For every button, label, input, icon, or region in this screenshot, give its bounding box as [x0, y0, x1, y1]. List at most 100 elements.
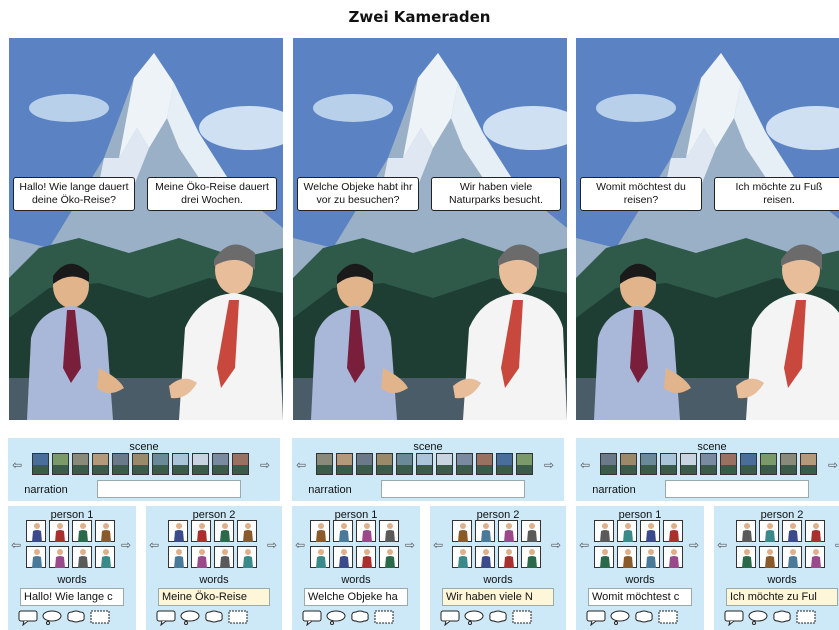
speech-bubble-icon[interactable]	[586, 610, 606, 626]
character-thumbnail[interactable]	[237, 520, 257, 542]
caption-bubble-icon[interactable]	[512, 610, 532, 626]
character-thumbnail[interactable]	[475, 520, 495, 542]
scene-thumbnail[interactable]	[172, 453, 189, 475]
scene-thumbnail[interactable]	[132, 453, 149, 475]
character-thumbnail[interactable]	[782, 520, 802, 542]
right-arrow-icon[interactable]: ⇨	[405, 539, 415, 551]
speech-bubble-right[interactable]: Ich möchte zu Fuß reisen.	[714, 177, 839, 211]
caption-bubble-icon[interactable]	[228, 610, 248, 626]
speech-bubble-icon[interactable]	[440, 610, 460, 626]
character-thumbnail[interactable]	[594, 546, 614, 568]
character-thumbnail[interactable]	[72, 546, 92, 568]
speech-bubble-left[interactable]: Womit möchtest du reisen?	[580, 177, 702, 211]
scene-thumbnail[interactable]	[600, 453, 617, 475]
left-arrow-icon[interactable]: ⇦	[717, 539, 727, 551]
character-thumbnail[interactable]	[95, 520, 115, 542]
character-thumbnail[interactable]	[736, 546, 756, 568]
scene-thumbnail[interactable]	[800, 453, 817, 475]
scene-thumbnail[interactable]	[376, 453, 393, 475]
speech-bubble-left[interactable]: Welche Objeke habt ihr vor zu besuchen?	[297, 177, 419, 211]
words-input[interactable]: Meine Öko-Reise	[158, 588, 270, 606]
scene-thumbnail[interactable]	[620, 453, 637, 475]
character-thumbnail[interactable]	[26, 546, 46, 568]
character-thumbnail[interactable]	[805, 546, 825, 568]
character-thumbnail[interactable]	[95, 546, 115, 568]
scene-thumbnail[interactable]	[72, 453, 89, 475]
character-thumbnail[interactable]	[333, 546, 353, 568]
character-thumbnail[interactable]	[191, 546, 211, 568]
scene-thumbnail[interactable]	[32, 453, 49, 475]
thought-bubble-icon[interactable]	[488, 610, 508, 626]
character-thumbnail[interactable]	[26, 520, 46, 542]
thought-bubble-icon[interactable]	[634, 610, 654, 626]
character-thumbnail[interactable]	[521, 520, 541, 542]
scene-thumbnail[interactable]	[112, 453, 129, 475]
character-thumbnail[interactable]	[617, 520, 637, 542]
left-arrow-icon[interactable]: ⇦	[433, 539, 443, 551]
scene-thumbnail[interactable]	[436, 453, 453, 475]
scene-thumbnail[interactable]	[456, 453, 473, 475]
left-arrow-icon[interactable]: ⇦	[149, 539, 159, 551]
words-input[interactable]: Ich möchte zu Ful	[726, 588, 838, 606]
left-arrow-icon[interactable]: ⇦	[12, 459, 22, 471]
scene-thumbnail[interactable]	[336, 453, 353, 475]
character-thumbnail[interactable]	[214, 546, 234, 568]
scene-thumbnail[interactable]	[516, 453, 533, 475]
whisper-bubble-icon[interactable]	[748, 610, 768, 626]
thought-bubble-icon[interactable]	[350, 610, 370, 626]
character-thumbnail[interactable]	[805, 520, 825, 542]
character-thumbnail[interactable]	[617, 546, 637, 568]
left-arrow-icon[interactable]: ⇦	[579, 539, 589, 551]
character-thumbnail[interactable]	[72, 520, 92, 542]
scene-thumbnail[interactable]	[152, 453, 169, 475]
words-input[interactable]: Womit möchtest c	[588, 588, 692, 606]
whisper-bubble-icon[interactable]	[42, 610, 62, 626]
caption-bubble-icon[interactable]	[374, 610, 394, 626]
words-input[interactable]: Welche Objeke ha	[304, 588, 408, 606]
thought-bubble-icon[interactable]	[66, 610, 86, 626]
character-thumbnail[interactable]	[310, 546, 330, 568]
character-thumbnail[interactable]	[333, 520, 353, 542]
words-input[interactable]: Hallo! Wie lange c	[20, 588, 124, 606]
scene-thumbnail[interactable]	[700, 453, 717, 475]
whisper-bubble-icon[interactable]	[464, 610, 484, 626]
character-thumbnail[interactable]	[521, 546, 541, 568]
scene-thumbnail[interactable]	[356, 453, 373, 475]
scene-thumbnail[interactable]	[212, 453, 229, 475]
scene-thumbnail[interactable]	[92, 453, 109, 475]
character-thumbnail[interactable]	[356, 520, 376, 542]
caption-bubble-icon[interactable]	[796, 610, 816, 626]
scene-thumbnail[interactable]	[232, 453, 249, 475]
character-thumbnail[interactable]	[663, 520, 683, 542]
speech-bubble-icon[interactable]	[302, 610, 322, 626]
whisper-bubble-icon[interactable]	[610, 610, 630, 626]
character-thumbnail[interactable]	[168, 520, 188, 542]
speech-bubble-icon[interactable]	[156, 610, 176, 626]
scene-thumbnail[interactable]	[680, 453, 697, 475]
scene-thumbnail[interactable]	[316, 453, 333, 475]
character-thumbnail[interactable]	[452, 520, 472, 542]
scene-thumbnail[interactable]	[496, 453, 513, 475]
character-thumbnail[interactable]	[498, 546, 518, 568]
character-thumbnail[interactable]	[379, 546, 399, 568]
character-thumbnail[interactable]	[237, 546, 257, 568]
character-thumbnail[interactable]	[49, 546, 69, 568]
character-thumbnail[interactable]	[759, 546, 779, 568]
speech-bubble-left[interactable]: Hallo! Wie lange dauert deine Öko-Reise?	[13, 177, 135, 211]
whisper-bubble-icon[interactable]	[180, 610, 200, 626]
right-arrow-icon[interactable]: ⇨	[544, 459, 554, 471]
caption-bubble-icon[interactable]	[90, 610, 110, 626]
right-arrow-icon[interactable]: ⇨	[835, 539, 839, 551]
character-thumbnail[interactable]	[640, 546, 660, 568]
speech-bubble-right[interactable]: Wir haben viele Naturparks besucht.	[431, 177, 561, 211]
character-thumbnail[interactable]	[214, 520, 234, 542]
character-thumbnail[interactable]	[498, 520, 518, 542]
scene-thumbnail[interactable]	[780, 453, 797, 475]
words-input[interactable]: Wir haben viele N	[442, 588, 554, 606]
left-arrow-icon[interactable]: ⇦	[296, 459, 306, 471]
thought-bubble-icon[interactable]	[204, 610, 224, 626]
character-thumbnail[interactable]	[379, 520, 399, 542]
scene-thumbnail[interactable]	[720, 453, 737, 475]
scene-thumbnail[interactable]	[640, 453, 657, 475]
speech-bubble-right[interactable]: Meine Öko-Reise dauert drei Wochen.	[147, 177, 277, 211]
